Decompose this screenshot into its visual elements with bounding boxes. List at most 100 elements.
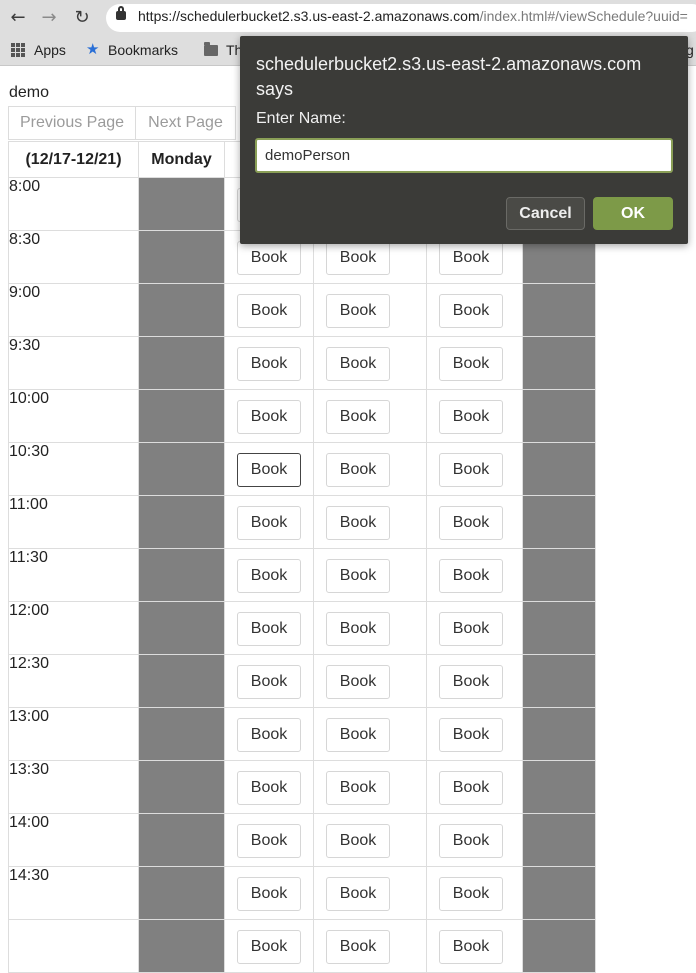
book-button[interactable]: Book [439,453,503,487]
book-button[interactable]: Book [326,294,390,328]
book-button[interactable]: Book [237,771,301,805]
book-button[interactable]: Book [237,294,301,328]
closed-slot [138,283,225,337]
prompt-dialog: schedulerbucket2.s3.us-east-2.amazonaws.… [240,36,688,244]
back-icon[interactable]: ← [8,8,28,28]
closed-slot [138,389,225,443]
book-button[interactable]: Book [237,824,301,858]
cancel-button[interactable]: Cancel [506,197,585,230]
open-slot: Book [313,707,427,761]
url-text[interactable]: https://schedulerbucket2.s3.us-east-2.am… [138,8,688,24]
closed-slot [522,654,596,708]
name-input[interactable]: demoPerson [255,138,673,173]
open-slot: Book [224,283,314,337]
book-button[interactable]: Book [237,241,301,275]
book-button[interactable]: Book [237,877,301,911]
closed-slot [522,601,596,655]
book-button[interactable]: Book [237,559,301,593]
book-button[interactable]: Book [439,506,503,540]
book-button[interactable]: Book [439,665,503,699]
table-row: 13:30 Book Book Book [8,760,596,814]
time-slot-label: 11:00 [8,495,139,549]
time-slot-label: 12:00 [8,601,139,655]
book-button[interactable]: Book [326,930,390,964]
book-button[interactable]: Book [439,347,503,381]
apps-icon[interactable] [11,43,25,57]
book-button[interactable]: Book [439,877,503,911]
reload-icon[interactable]: ↻ [72,8,92,28]
open-slot: Book [426,283,523,337]
dialog-title: schedulerbucket2.s3.us-east-2.amazonaws.… [256,54,642,99]
table-row: 14:30 Book Book Book [8,866,596,920]
closed-slot [138,336,225,390]
book-button[interactable]: Book [326,506,390,540]
book-button[interactable]: Book [237,718,301,752]
folder-icon [204,42,218,56]
book-button[interactable]: Book [237,665,301,699]
book-button[interactable]: Book [326,824,390,858]
book-button[interactable]: Book [326,559,390,593]
next-page-button[interactable]: Next Page [136,106,236,140]
book-button[interactable]: Book [439,771,503,805]
closed-slot [522,442,596,496]
book-button[interactable]: Book [237,612,301,646]
open-slot: Book [224,707,314,761]
book-button[interactable]: Book [326,347,390,381]
table-row: 10:30 Book Book Book [8,442,596,496]
page-title: demo [9,84,50,101]
book-button[interactable]: Book [237,347,301,381]
closed-slot [138,601,225,655]
open-slot: Book [224,866,314,920]
bookmark-bookmarks[interactable]: Bookmarks [108,42,178,58]
book-button[interactable]: Book [237,930,301,964]
ok-button[interactable]: OK [593,197,673,230]
book-button[interactable]: Book [439,718,503,752]
open-slot: Book [224,919,314,973]
book-button[interactable]: Book [326,771,390,805]
open-slot: Book [224,442,314,496]
open-slot: Book [224,548,314,602]
book-button[interactable]: Book [237,400,301,434]
book-button[interactable]: Book [237,453,301,487]
book-button[interactable]: Book [326,665,390,699]
book-button[interactable]: Book [326,400,390,434]
time-slot-label: 11:30 [8,548,139,602]
bookmark-apps[interactable]: Apps [34,42,66,58]
book-button[interactable]: Book [439,294,503,328]
open-slot: Book [313,601,427,655]
closed-slot [522,760,596,814]
previous-page-button[interactable]: Previous Page [8,106,136,140]
open-slot: Book [313,336,427,390]
lock-icon [116,6,126,20]
book-button[interactable]: Book [237,506,301,540]
time-slot-label: 9:30 [8,336,139,390]
closed-slot [138,442,225,496]
schedule-table: (12/17-12/21) Monday T 8:00Book8:30BookB… [8,141,596,973]
closed-slot [138,919,225,973]
book-button[interactable]: Book [326,877,390,911]
book-button[interactable]: Book [326,241,390,275]
book-button[interactable]: Book [326,612,390,646]
open-slot: Book [426,389,523,443]
time-slot-label: 14:00 [8,813,139,867]
closed-slot [138,495,225,549]
book-button[interactable]: Book [439,559,503,593]
forward-icon[interactable]: → [39,8,59,28]
book-button[interactable]: Book [439,612,503,646]
table-row: 12:00 Book Book Book [8,601,596,655]
book-button[interactable]: Book [326,453,390,487]
closed-slot [522,866,596,920]
open-slot: Book [313,442,427,496]
open-slot: Book [224,495,314,549]
book-button[interactable]: Book [439,241,503,275]
book-button[interactable]: Book [439,930,503,964]
time-slot-label: 9:00 [8,283,139,337]
open-slot: Book [313,283,427,337]
open-slot: Book [426,548,523,602]
book-button[interactable]: Book [439,824,503,858]
table-row: 13:00 Book Book Book [8,707,596,761]
book-button[interactable]: Book [439,400,503,434]
book-button[interactable]: Book [326,718,390,752]
time-slot-label: 13:00 [8,707,139,761]
table-row: 11:00 Book Book Book [8,495,596,549]
